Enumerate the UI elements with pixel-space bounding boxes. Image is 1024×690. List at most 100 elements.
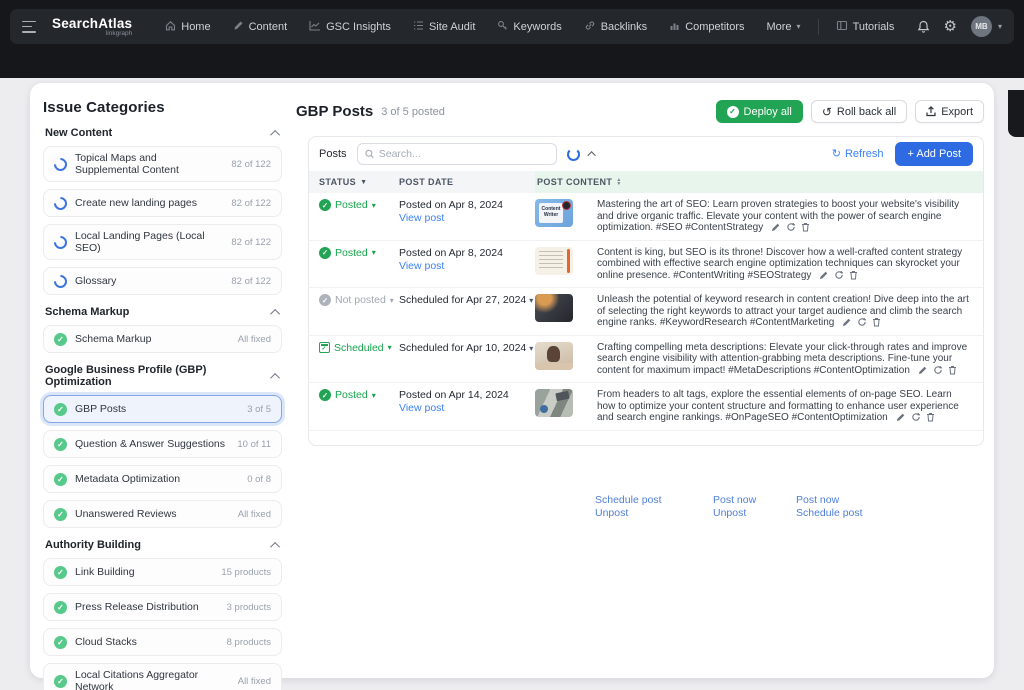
view-post-link[interactable]: View post bbox=[399, 212, 444, 224]
regenerate-icon[interactable] bbox=[786, 222, 796, 232]
sidebar-item-schema-markup[interactable]: ✓Schema MarkupAll fixed bbox=[43, 325, 282, 353]
thumbnail-text: ContentWriter bbox=[539, 203, 563, 223]
regenerate-icon[interactable] bbox=[857, 317, 867, 327]
edit-pencil-icon[interactable] bbox=[842, 317, 852, 327]
section-header-google-business-profile-gbp-optimization[interactable]: Google Business Profile (GBP) Optimizati… bbox=[45, 364, 280, 388]
sidebar-item-metadata-optimization[interactable]: ✓Metadata Optimization0 of 8 bbox=[43, 465, 282, 493]
status-check-icon: ✓ bbox=[319, 294, 331, 306]
sidebar-item-label: GBP Posts bbox=[75, 403, 239, 415]
nav-item-gsc-insights[interactable]: GSC Insights bbox=[298, 9, 402, 44]
check-circle-icon: ✓ bbox=[54, 566, 67, 579]
nav-item-more[interactable]: More▾ bbox=[755, 9, 811, 44]
nav-item-content[interactable]: Content bbox=[222, 9, 299, 44]
nav-item-home[interactable]: Home bbox=[154, 9, 221, 44]
sidebar-item-gbp-posts[interactable]: ✓GBP Posts3 of 5 bbox=[43, 395, 282, 423]
menu-icon[interactable] bbox=[22, 21, 38, 33]
add-post-button[interactable]: + Add Post bbox=[895, 142, 973, 166]
nav-item-backlinks[interactable]: Backlinks bbox=[573, 9, 658, 44]
status-badge[interactable]: ✓Posted ▾ bbox=[319, 247, 376, 259]
sidebar-item-create-new-landing-pages[interactable]: Create new landing pages82 of 122 bbox=[43, 189, 282, 217]
edit-pencil-icon[interactable] bbox=[918, 365, 928, 375]
delete-trash-icon[interactable] bbox=[801, 222, 810, 232]
edit-pencil-icon[interactable] bbox=[819, 270, 829, 280]
post-thumbnail[interactable]: ContentWriter bbox=[535, 199, 573, 227]
status-caret-icon: ▾ bbox=[372, 201, 376, 210]
user-menu[interactable]: MB ▾ bbox=[971, 16, 1002, 37]
status-badge[interactable]: ✓Posted ▾ bbox=[319, 389, 376, 401]
brand-logo[interactable]: SearchAtlas linkgraph bbox=[52, 17, 132, 37]
regenerate-icon[interactable] bbox=[933, 365, 943, 375]
refresh-icon: ↻ bbox=[832, 148, 841, 160]
column-header-post-date[interactable]: POST DATE bbox=[399, 171, 535, 193]
section-header-authority-building[interactable]: Authority Building bbox=[45, 539, 280, 551]
collapse-chevron-icon[interactable] bbox=[587, 151, 595, 159]
section-header-new-content[interactable]: New Content bbox=[45, 127, 280, 139]
settings-gear-icon[interactable]: ⚙ bbox=[944, 19, 957, 34]
post-content-text: Content is king, but SEO is its throne! … bbox=[597, 247, 962, 281]
post-thumbnail[interactable] bbox=[535, 294, 573, 322]
refresh-button[interactable]: ↻ Refresh bbox=[832, 148, 884, 160]
regenerate-icon[interactable] bbox=[834, 270, 844, 280]
sidebar-item-label: Unanswered Reviews bbox=[75, 508, 230, 520]
status-badge[interactable]: ✓Posted ▾ bbox=[319, 199, 376, 211]
action-link-unpost[interactable]: Unpost bbox=[595, 508, 713, 520]
date-caret-icon[interactable]: ▾ bbox=[529, 344, 533, 353]
check-circle-icon: ✓ bbox=[54, 403, 67, 416]
sidebar-item-unanswered-reviews[interactable]: ✓Unanswered ReviewsAll fixed bbox=[43, 500, 282, 528]
sidebar-item-question-answer-suggestions[interactable]: ✓Question & Answer Suggestions10 of 11 bbox=[43, 430, 282, 458]
roll-back-all-button[interactable]: ↺ Roll back all bbox=[811, 100, 907, 123]
edit-pencil-icon[interactable] bbox=[771, 222, 781, 232]
section-header-schema-markup[interactable]: Schema Markup bbox=[45, 306, 280, 318]
action-link-schedule-post[interactable]: Schedule post bbox=[595, 495, 713, 507]
notifications-bell-icon[interactable] bbox=[917, 20, 930, 34]
sidebar-item-link-building[interactable]: ✓Link Building15 products bbox=[43, 558, 282, 586]
action-link-post-now[interactable]: Post now bbox=[796, 495, 906, 507]
checklist-icon bbox=[413, 20, 424, 34]
post-content-cell: Mastering the art of SEO: Learn proven s… bbox=[597, 199, 983, 234]
post-date-text: Scheduled for Apr 27, 2024 bbox=[399, 294, 526, 306]
floating-action-links: Schedule postUnpostPost nowUnpostPost no… bbox=[595, 495, 906, 519]
sidebar-item-label: Schema Markup bbox=[75, 333, 230, 345]
status-badge[interactable]: Scheduled ▾ bbox=[319, 342, 392, 354]
delete-trash-icon[interactable] bbox=[926, 412, 935, 422]
sidebar-item-count: All fixed bbox=[238, 676, 271, 687]
post-date-text: Scheduled for Apr 10, 2024 bbox=[399, 342, 526, 354]
view-post-link[interactable]: View post bbox=[399, 260, 444, 272]
calendar-icon bbox=[319, 342, 330, 353]
delete-trash-icon[interactable] bbox=[872, 317, 881, 327]
date-caret-icon[interactable]: ▾ bbox=[529, 296, 533, 305]
search-input[interactable] bbox=[379, 148, 549, 160]
post-date-text: Posted on Apr 8, 2024 bbox=[399, 199, 503, 211]
sidebar-item-local-landing-pages-local-seo-[interactable]: Local Landing Pages (Local SEO)82 of 122 bbox=[43, 224, 282, 260]
nav-item-site-audit[interactable]: Site Audit bbox=[402, 9, 486, 44]
nav-item-keywords[interactable]: Keywords bbox=[486, 9, 572, 44]
regenerate-icon[interactable] bbox=[911, 412, 921, 422]
delete-trash-icon[interactable] bbox=[948, 365, 957, 375]
search-box[interactable] bbox=[357, 143, 557, 165]
sidebar-item-local-citations-aggregator-network[interactable]: ✓Local Citations Aggregator NetworkAll f… bbox=[43, 663, 282, 690]
delete-trash-icon[interactable] bbox=[849, 270, 858, 280]
column-header-post-content[interactable]: POST CONTENT ▲▼ bbox=[535, 171, 983, 193]
post-thumbnail[interactable] bbox=[535, 389, 573, 417]
sidebar-item-press-release-distribution[interactable]: ✓Press Release Distribution3 products bbox=[43, 593, 282, 621]
sidebar-item-glossary[interactable]: Glossary82 of 122 bbox=[43, 267, 282, 295]
status-badge[interactable]: ✓Not posted ▾ bbox=[319, 294, 394, 306]
loading-spinner-icon bbox=[567, 148, 580, 161]
action-link-schedule-post[interactable]: Schedule post bbox=[796, 508, 906, 520]
sidebar-item-count: 10 of 11 bbox=[237, 439, 271, 450]
nav-item-competitors[interactable]: Competitors bbox=[658, 9, 755, 44]
nav-item-tutorials[interactable]: Tutorials bbox=[825, 9, 906, 44]
sidebar-item-count: 82 of 122 bbox=[231, 237, 271, 248]
status-label: Not posted bbox=[335, 294, 386, 306]
action-link-post-now[interactable]: Post now bbox=[713, 495, 778, 507]
export-button[interactable]: Export bbox=[915, 100, 984, 123]
edit-pencil-icon[interactable] bbox=[896, 412, 906, 422]
post-thumbnail[interactable] bbox=[535, 247, 573, 275]
sidebar-item-topical-maps-and-supplemental-content[interactable]: Topical Maps and Supplemental Content82 … bbox=[43, 146, 282, 182]
column-header-status[interactable]: STATUS▼ bbox=[309, 171, 399, 193]
post-thumbnail[interactable] bbox=[535, 342, 573, 370]
view-post-link[interactable]: View post bbox=[399, 402, 444, 414]
action-link-unpost[interactable]: Unpost bbox=[713, 508, 778, 520]
deploy-all-button[interactable]: ✓ Deploy all bbox=[716, 100, 803, 123]
sidebar-item-cloud-stacks[interactable]: ✓Cloud Stacks8 products bbox=[43, 628, 282, 656]
